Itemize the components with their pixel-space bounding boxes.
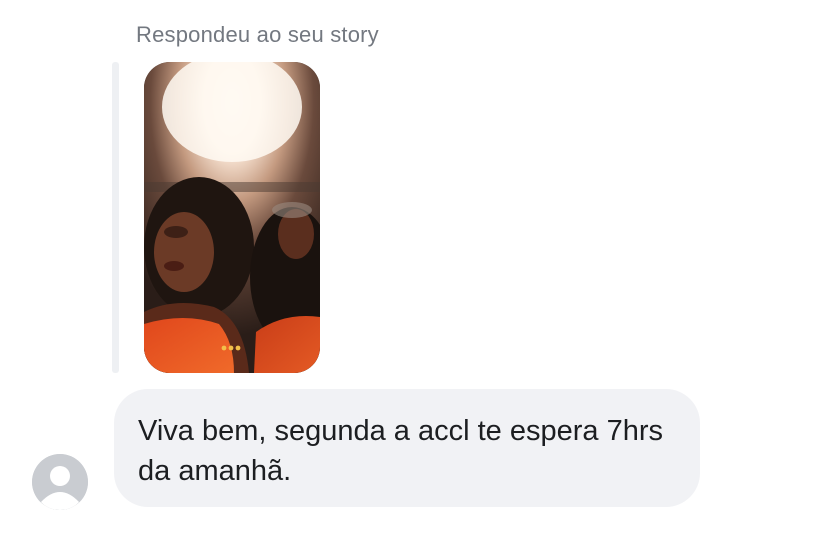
quote-indicator-bar [112, 62, 119, 373]
default-avatar-icon[interactable] [32, 454, 88, 510]
reply-header-label: Respondeu ao seu story [136, 22, 379, 47]
message-bubble[interactable]: Viva bem, segunda a accl te espera 7hrs … [114, 389, 700, 507]
message-text: Viva bem, segunda a accl te espera 7hrs … [138, 415, 664, 487]
story-thumbnail[interactable] [144, 62, 320, 373]
